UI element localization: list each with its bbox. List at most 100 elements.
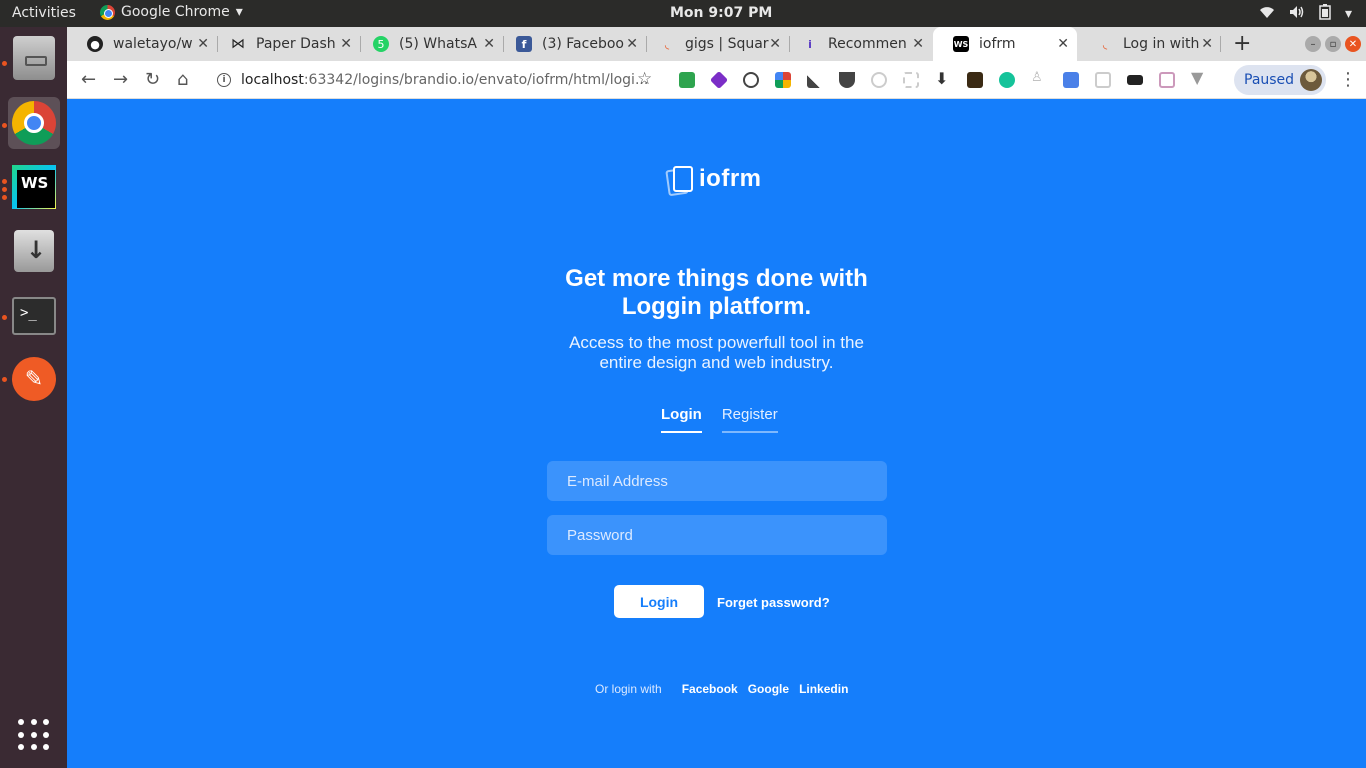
email-field[interactable] xyxy=(547,461,887,501)
grammarly-icon[interactable] xyxy=(999,72,1015,88)
tab-login-with[interactable]: ◟ Log in with ✕ xyxy=(1077,27,1221,61)
clock-extension-icon[interactable] xyxy=(871,72,887,88)
login-page: iofrm Get more things done with Loggin p… xyxy=(67,99,1366,768)
tab-title: Paper Dash xyxy=(256,36,336,52)
new-tab-button[interactable]: + xyxy=(1233,31,1251,56)
show-applications-button[interactable] xyxy=(8,709,60,761)
system-tray[interactable]: ▾ xyxy=(1259,4,1352,24)
page-headline: Get more things done with Loggin platfor… xyxy=(67,265,1366,321)
tab-register[interactable]: Register xyxy=(721,406,778,433)
password-field[interactable] xyxy=(547,515,887,555)
vue-extension-icon[interactable]: ▼ xyxy=(1191,68,1207,87)
login-button[interactable]: Login xyxy=(614,585,704,618)
menu-kebab-icon[interactable]: ⋮ xyxy=(1339,69,1357,90)
logo-icon xyxy=(667,165,693,193)
close-icon[interactable]: ✕ xyxy=(769,36,781,52)
dock-files[interactable] xyxy=(8,32,60,84)
logo[interactable]: iofrm xyxy=(667,165,762,193)
tab-github[interactable]: ● waletayo/w ✕ xyxy=(67,27,217,61)
page-subline: Access to the most powerfull tool in the… xyxy=(67,333,1366,373)
tab-facebook[interactable]: f (3) Faceboo ✕ xyxy=(496,27,646,61)
file-cabinet-icon xyxy=(13,36,55,80)
system-top-bar: Activities Google Chrome ▾ Mon 9:07 PM ▾ xyxy=(0,0,1366,27)
grid-extension-icon[interactable] xyxy=(903,72,919,88)
cors-extension-icon[interactable] xyxy=(679,72,695,88)
close-icon[interactable]: ✕ xyxy=(340,36,352,52)
tab-paper-dash[interactable]: ⋈ Paper Dash ✕ xyxy=(210,27,360,61)
bowtie-icon: ⋈ xyxy=(231,36,245,52)
loading-icon: ◟ xyxy=(1102,37,1108,51)
info-icon: i xyxy=(808,37,812,51)
code-link-extension-icon[interactable] xyxy=(1063,72,1079,88)
running-indicator xyxy=(2,179,7,184)
close-icon[interactable]: ✕ xyxy=(1201,36,1213,52)
back-icon[interactable]: ← xyxy=(81,69,96,90)
php-extension-icon[interactable] xyxy=(1159,72,1175,88)
close-icon[interactable]: ✕ xyxy=(1057,36,1069,52)
tab-recommend[interactable]: i Recommen ✕ xyxy=(782,27,932,61)
minimize-icon[interactable]: – xyxy=(1305,36,1321,52)
github-icon: ● xyxy=(87,36,103,52)
tab-title: gigs | Squar xyxy=(685,36,769,52)
gem-extension-icon[interactable] xyxy=(709,70,729,90)
clock[interactable]: Mon 9:07 PM xyxy=(670,5,772,21)
chrome-icon xyxy=(100,4,115,20)
profile-button[interactable]: Paused xyxy=(1234,65,1326,95)
whatsapp-icon: 5 xyxy=(373,36,389,52)
volume-icon xyxy=(1289,5,1305,23)
running-indicator xyxy=(2,123,7,128)
close-icon[interactable]: ✕ xyxy=(626,36,638,52)
code-extension-icon[interactable] xyxy=(743,72,759,88)
facebook-icon: f xyxy=(516,36,532,52)
chevron-down-icon: ▾ xyxy=(1344,6,1352,22)
maximize-icon[interactable]: ▫ xyxy=(1325,36,1341,52)
eyedropper-icon[interactable] xyxy=(807,72,823,88)
pocket-icon[interactable] xyxy=(839,72,855,88)
postman-icon: ✎ xyxy=(12,357,56,401)
forgot-password-link[interactable]: Forget password? xyxy=(717,595,830,610)
squarespace-icon: ◟ xyxy=(664,37,670,51)
tree-extension-icon[interactable]: ♙ xyxy=(1031,70,1047,86)
reload-icon[interactable]: ↻ xyxy=(145,69,160,90)
color-extension-icon[interactable] xyxy=(775,72,791,88)
camera-extension-icon[interactable] xyxy=(1095,72,1111,88)
dock-webstorm[interactable] xyxy=(8,161,60,213)
avatar xyxy=(1300,69,1322,91)
bookmark-star-icon[interactable]: ☆ xyxy=(637,69,652,89)
dock-downloader[interactable] xyxy=(8,225,60,277)
activities-button[interactable]: Activities xyxy=(12,5,76,21)
dock-terminal[interactable]: >_ xyxy=(8,290,60,342)
running-indicator xyxy=(2,195,7,200)
wifi-icon xyxy=(1259,5,1275,23)
dock-postman[interactable]: ✎ xyxy=(8,353,60,405)
logo-text: iofrm xyxy=(699,165,762,192)
app-menu[interactable]: Google Chrome ▾ xyxy=(100,4,243,20)
tab-gigs[interactable]: ◟ gigs | Squar ✕ xyxy=(639,27,789,61)
tab-whatsapp[interactable]: 5 (5) WhatsA ✕ xyxy=(353,27,503,61)
app-menu-label: Google Chrome xyxy=(121,4,230,20)
headline-line: Loggin platform. xyxy=(621,293,812,320)
subline-line: Access to the most powerfull tool in the xyxy=(569,333,864,352)
close-icon[interactable]: ✕ xyxy=(483,36,495,52)
tab-iofrm[interactable]: WS iofrm ✕ xyxy=(933,27,1077,61)
home-icon[interactable]: ⌂ xyxy=(177,69,188,90)
download-icon[interactable]: ⬇ xyxy=(935,69,951,88)
tab-title: (3) Faceboo xyxy=(542,36,624,52)
running-indicator xyxy=(2,61,7,66)
linkedin-login-link[interactable]: Linkedin xyxy=(799,682,848,696)
facebook-login-link[interactable]: Facebook xyxy=(682,682,738,696)
terminal-extension-icon[interactable] xyxy=(1127,75,1143,85)
close-icon[interactable]: ✕ xyxy=(912,36,924,52)
tab-login[interactable]: Login xyxy=(661,406,702,433)
running-indicator xyxy=(2,377,7,382)
site-info-icon[interactable]: i xyxy=(217,73,231,87)
forward-icon[interactable]: → xyxy=(113,69,128,90)
or-login-with-label: Or login with xyxy=(595,682,662,696)
gift-extension-icon[interactable] xyxy=(967,72,983,88)
address-bar[interactable]: i localhost:63342/logins/brandio.io/enva… xyxy=(209,66,667,94)
dock-chrome[interactable] xyxy=(8,97,60,149)
close-icon[interactable]: ✕ xyxy=(197,36,209,52)
close-window-icon[interactable]: ✕ xyxy=(1345,36,1361,52)
google-login-link[interactable]: Google xyxy=(748,682,789,696)
tab-strip: ● waletayo/w ✕ ⋈ Paper Dash ✕ 5 (5) What… xyxy=(67,27,1366,61)
